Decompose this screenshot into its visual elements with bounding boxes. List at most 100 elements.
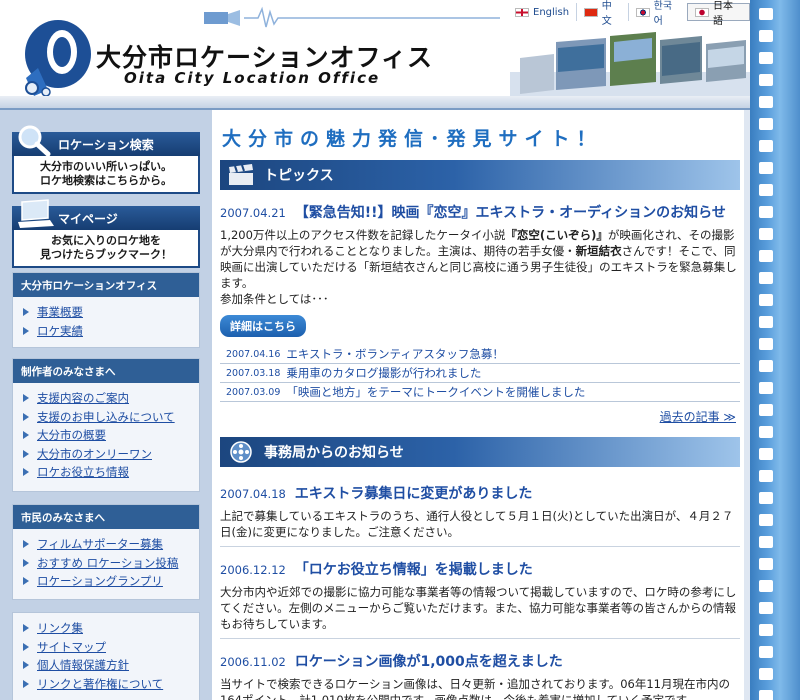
arrow-right-icon [23, 624, 29, 633]
menu-link-links[interactable]: リンク集 [37, 620, 83, 636]
past-articles-link[interactable]: 過去の記事 ≫ [220, 408, 740, 425]
header-divider [0, 96, 750, 110]
notice-item: 2006.12.12 「ロケお役立ち情報」を掲載しました 大分市内や近郊での撮影… [220, 559, 740, 639]
menu-item: 個人情報保護方針 [23, 656, 199, 675]
featured-topic-headline[interactable]: 2007.04.21 【緊急告知!!】映画『恋空』エキストラ・オーディションのお… [220, 202, 740, 222]
arrow-right-icon [23, 326, 29, 335]
sprocket-hole [759, 74, 773, 86]
notice-date: 2006.11.02 [220, 655, 286, 669]
lang-korean-link[interactable]: 한국어 [628, 1, 687, 27]
arrow-right-icon [23, 449, 29, 458]
arrow-right-icon [23, 308, 29, 317]
mypage-title: マイページ [58, 211, 118, 226]
location-search-header[interactable]: ロケーション検索 [12, 125, 200, 156]
menu-link-city-only-one[interactable]: 大分市のオンリーワン [37, 446, 152, 462]
producers-menu: 制作者のみなさまへ 支援内容のご案内 支援のお申し込みについて 大分市の概要 大… [12, 358, 200, 492]
featured-body-part: 1,200万件以上のアクセス件数を記録したケータイ小説 [220, 228, 506, 242]
notices-header: 事務局からのお知らせ [220, 437, 740, 467]
arrow-right-icon [23, 540, 29, 549]
featured-body-conditions: 参加条件としては･･･ [220, 292, 329, 306]
location-photo-cubes [510, 32, 750, 98]
signal-wave-decoration [204, 6, 500, 28]
site-tagline: 大分市の魅力発信･発見サイト！ [222, 127, 603, 150]
notice-title: エキストラ募集日に変更がありました [294, 486, 533, 502]
sprocket-hole [759, 536, 773, 548]
notice-date: 2007.04.18 [220, 487, 286, 501]
arrow-right-icon [23, 679, 29, 688]
mypage-promo[interactable]: マイページ お気に入りのロケ地を 見つけたらブックマーク！ [12, 199, 200, 268]
menu-link-support-guide[interactable]: 支援内容のご案内 [37, 390, 129, 406]
arrow-right-icon [23, 431, 29, 440]
sprocket-hole [759, 558, 773, 570]
menu-link-support-application[interactable]: 支援のお申し込みについて [37, 409, 175, 425]
notice-headline[interactable]: 2006.12.12 「ロケお役立ち情報」を掲載しました [220, 559, 740, 579]
menu-link-business-overview[interactable]: 事業概要 [37, 304, 83, 320]
sprocket-hole [759, 316, 773, 328]
sprocket-hole [759, 206, 773, 218]
sprocket-hole [759, 228, 773, 240]
sprocket-hole [759, 404, 773, 416]
topics-header: トピックス [220, 160, 740, 190]
menu-item: フィルムサポーター募集 [23, 535, 199, 554]
left-sidebar: ロケーション検索 大分市のいい所いっぱい。 ロケ地検索はこちらから。 マイページ… [0, 110, 212, 700]
film-reel-icon [230, 441, 252, 463]
menu-link-privacy-policy[interactable]: 個人情報保護方針 [37, 657, 129, 673]
notice-headline[interactable]: 2007.04.18 エキストラ募集日に変更がありました [220, 483, 740, 503]
sprocket-hole [759, 426, 773, 438]
menu-link-location-tips[interactable]: ロケお役立ち情報 [37, 464, 129, 480]
featured-topic-body: 1,200万件以上のアクセス件数を記録したケータイ小説『恋空(こいぞら)』が映画… [220, 227, 740, 307]
location-search-promo[interactable]: ロケーション検索 大分市のいい所いっぱい。 ロケ地検索はこちらから。 [12, 125, 200, 194]
menu-link-recommend-location[interactable]: おすすめ ロケーション投稿 [37, 555, 178, 571]
film-reel-logo-icon[interactable] [18, 18, 92, 98]
office-menu: 大分市ロケーションオフィス 事業概要 ロケ実績 [12, 272, 200, 348]
sprocket-hole [759, 448, 773, 460]
news-link[interactable]: 「映画と地方」をテーマにトークイベントを開催しました [286, 384, 585, 400]
lang-english-label: English [533, 6, 570, 18]
arrow-right-icon [23, 661, 29, 670]
lang-english-link[interactable]: English [508, 3, 576, 21]
sprocket-hole [759, 184, 773, 196]
lang-chinese-link[interactable]: 中文 [576, 1, 628, 27]
sprocket-hole [759, 96, 773, 108]
menu-link-city-overview[interactable]: 大分市の概要 [37, 427, 106, 443]
arrow-right-icon [23, 468, 29, 477]
magnifier-icon [18, 125, 51, 156]
details-button[interactable]: 詳細はこちら [220, 315, 306, 337]
notice-body: 上記で募集しているエキストラのうち、通行人役として５月１日(火)としていた出演日… [220, 509, 734, 539]
menu-link-copyright[interactable]: リンクと著作権について [37, 676, 163, 692]
laptop-icon [18, 199, 54, 228]
notice-headline[interactable]: 2006.11.02 ロケーション画像が1,000点を超えました [220, 651, 740, 671]
topics-title: トピックス [264, 168, 334, 184]
menu-item: ロケ実績 [23, 322, 199, 341]
main-content: 大分市の魅力発信･発見サイト！ トピックス 2007.04.21 【緊急告知!!… [220, 122, 740, 700]
menu-item: 支援のお申し込みについて [23, 408, 199, 427]
location-search-line2: ロケ地検索はこちらから。 [40, 174, 172, 187]
sprocket-hole [759, 250, 773, 262]
location-search-line1: 大分市のいい所いっぱい。 [40, 160, 172, 173]
sprocket-hole [759, 52, 773, 64]
notice-item: 2006.11.02 ロケーション画像が1,000点を超えました 当サイトで検索… [220, 651, 740, 700]
menu-item: ロケーショングランプリ [23, 572, 199, 591]
citizens-menu: 市民のみなさまへ フィルムサポーター募集 おすすめ ロケーション投稿 ロケーショ… [12, 504, 200, 600]
menu-item: リンク集 [23, 619, 199, 638]
menu-link-location-grandprix[interactable]: ロケーショングランプリ [37, 573, 163, 589]
menu-item: 支援内容のご案内 [23, 389, 199, 408]
sprocket-hole [759, 602, 773, 614]
news-link[interactable]: 乗用車のカタログ撮影が行われました [286, 365, 481, 381]
producers-menu-list: 支援内容のご案内 支援のお申し込みについて 大分市の概要 大分市のオンリーワン … [13, 383, 199, 486]
sprocket-hole [759, 690, 773, 700]
mypage-header[interactable]: マイページ [12, 199, 200, 230]
news-date: 2007.04.16 [226, 348, 281, 360]
lang-japanese-link[interactable]: 日本語 [687, 1, 750, 27]
sprocket-hole [759, 492, 773, 504]
menu-item: ロケお役立ち情報 [23, 463, 199, 482]
news-date: 2007.03.09 [226, 386, 281, 398]
menu-link-sitemap[interactable]: サイトマップ [37, 639, 106, 655]
menu-item: サイトマップ [23, 638, 199, 657]
menu-item: リンクと著作権について [23, 675, 199, 694]
sprocket-hole [759, 514, 773, 526]
menu-link-location-results[interactable]: ロケ実績 [37, 323, 83, 339]
menu-link-film-supporter[interactable]: フィルムサポーター募集 [37, 536, 163, 552]
news-link[interactable]: エキストラ・ボランティアスタッフ急募！ [286, 346, 503, 362]
film-strip-decoration [750, 0, 800, 700]
